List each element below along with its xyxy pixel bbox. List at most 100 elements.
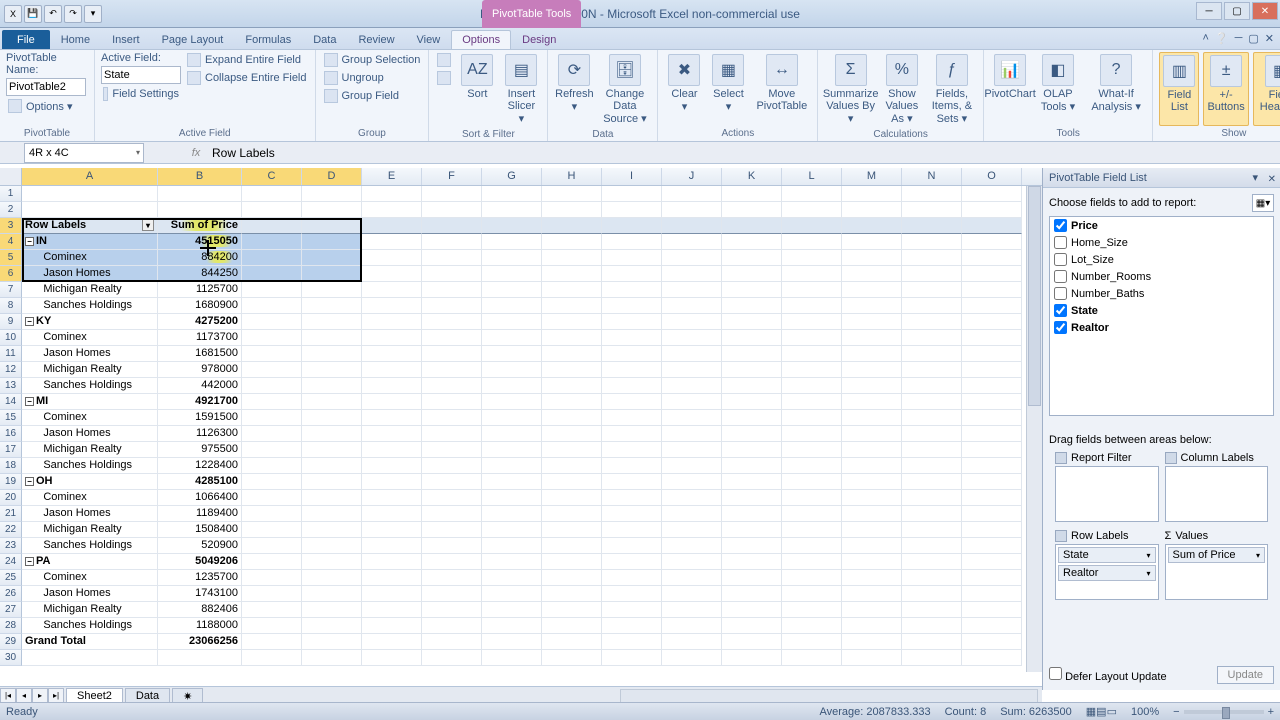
cell[interactable] bbox=[962, 202, 1022, 218]
cell[interactable] bbox=[782, 282, 842, 298]
cell[interactable] bbox=[722, 282, 782, 298]
cell[interactable] bbox=[302, 618, 362, 634]
row-header[interactable]: 16 bbox=[0, 426, 22, 442]
row-header[interactable]: 28 bbox=[0, 618, 22, 634]
cell[interactable] bbox=[782, 266, 842, 282]
cell[interactable] bbox=[422, 426, 482, 442]
cell[interactable] bbox=[722, 202, 782, 218]
cell[interactable] bbox=[422, 506, 482, 522]
cell[interactable] bbox=[362, 266, 422, 282]
cell[interactable] bbox=[362, 186, 422, 202]
cell[interactable] bbox=[422, 394, 482, 410]
cell[interactable] bbox=[602, 458, 662, 474]
cell[interactable] bbox=[482, 266, 542, 282]
cell[interactable] bbox=[602, 618, 662, 634]
cell[interactable] bbox=[242, 234, 302, 250]
cell[interactable] bbox=[962, 250, 1022, 266]
pivot-realtor-row[interactable]: Michigan Realty bbox=[22, 442, 158, 458]
row-header[interactable]: 25 bbox=[0, 570, 22, 586]
cell[interactable] bbox=[422, 298, 482, 314]
cell[interactable] bbox=[482, 522, 542, 538]
cell[interactable] bbox=[542, 282, 602, 298]
cell[interactable] bbox=[842, 522, 902, 538]
close-button[interactable]: ✕ bbox=[1252, 2, 1278, 20]
cell[interactable] bbox=[242, 538, 302, 554]
cell[interactable] bbox=[542, 538, 602, 554]
cell[interactable] bbox=[602, 346, 662, 362]
cell[interactable] bbox=[362, 410, 422, 426]
cell[interactable] bbox=[362, 490, 422, 506]
cell[interactable] bbox=[482, 298, 542, 314]
pivot-realtor-row[interactable]: Cominex bbox=[22, 330, 158, 346]
cell[interactable] bbox=[482, 362, 542, 378]
cell[interactable] bbox=[962, 362, 1022, 378]
undo-icon[interactable]: ↶ bbox=[44, 5, 62, 23]
cell[interactable] bbox=[302, 442, 362, 458]
field-list-close-icon[interactable]: ✕ bbox=[1268, 170, 1276, 190]
cell[interactable] bbox=[902, 266, 962, 282]
col-header-N[interactable]: N bbox=[902, 168, 962, 185]
cell[interactable] bbox=[722, 298, 782, 314]
pivot-value[interactable]: 442000 bbox=[158, 378, 242, 394]
cell[interactable] bbox=[422, 186, 482, 202]
col-header-M[interactable]: M bbox=[842, 168, 902, 185]
cell[interactable] bbox=[902, 538, 962, 554]
row-header[interactable]: 14 bbox=[0, 394, 22, 410]
cell[interactable] bbox=[902, 394, 962, 410]
cell[interactable] bbox=[542, 586, 602, 602]
cell[interactable] bbox=[542, 458, 602, 474]
cell[interactable] bbox=[242, 474, 302, 490]
cell[interactable] bbox=[662, 426, 722, 442]
row-header[interactable]: 21 bbox=[0, 506, 22, 522]
cell[interactable] bbox=[662, 474, 722, 490]
cell[interactable] bbox=[662, 346, 722, 362]
cell[interactable] bbox=[242, 202, 302, 218]
cell[interactable] bbox=[242, 330, 302, 346]
cell[interactable] bbox=[542, 218, 602, 234]
cell[interactable] bbox=[362, 314, 422, 330]
whatif-button[interactable]: ?What-If Analysis ▾ bbox=[1086, 52, 1147, 126]
cell[interactable] bbox=[482, 218, 542, 234]
cell[interactable] bbox=[842, 394, 902, 410]
excel-icon[interactable]: X bbox=[4, 5, 22, 23]
field-list-box[interactable]: Price Home_Size Lot_Size Number_Rooms Nu… bbox=[1049, 216, 1274, 416]
cell[interactable] bbox=[362, 282, 422, 298]
cell[interactable] bbox=[482, 394, 542, 410]
pivot-realtor-row[interactable]: Sanches Holdings bbox=[22, 618, 158, 634]
cell[interactable] bbox=[362, 394, 422, 410]
cell[interactable] bbox=[362, 442, 422, 458]
cell[interactable] bbox=[542, 234, 602, 250]
cell[interactable] bbox=[662, 490, 722, 506]
cell[interactable] bbox=[22, 202, 158, 218]
cell[interactable] bbox=[542, 330, 602, 346]
field-item-number_rooms[interactable]: Number_Rooms bbox=[1050, 268, 1273, 285]
cell[interactable] bbox=[482, 554, 542, 570]
grand-total-value[interactable]: 23066256 bbox=[158, 634, 242, 650]
cell[interactable] bbox=[962, 330, 1022, 346]
cell[interactable] bbox=[422, 538, 482, 554]
cell[interactable] bbox=[602, 538, 662, 554]
collapse-group-icon[interactable]: − bbox=[25, 477, 34, 486]
cell[interactable] bbox=[242, 282, 302, 298]
cell[interactable] bbox=[662, 618, 722, 634]
pivot-state-total[interactable]: 4515050 bbox=[158, 234, 242, 250]
sheet-tab-data[interactable]: Data bbox=[125, 688, 170, 703]
cell[interactable] bbox=[782, 506, 842, 522]
cell[interactable] bbox=[362, 554, 422, 570]
row-header[interactable]: 6 bbox=[0, 266, 22, 282]
cell[interactable] bbox=[842, 618, 902, 634]
cell[interactable] bbox=[482, 618, 542, 634]
move-pivottable-button[interactable]: ↔Move PivotTable bbox=[752, 52, 811, 126]
cell[interactable] bbox=[662, 250, 722, 266]
cell[interactable] bbox=[902, 314, 962, 330]
cell[interactable] bbox=[602, 650, 662, 666]
cell[interactable] bbox=[722, 410, 782, 426]
cell[interactable] bbox=[662, 442, 722, 458]
row-header[interactable]: 7 bbox=[0, 282, 22, 298]
cell[interactable] bbox=[842, 442, 902, 458]
tab-review[interactable]: Review bbox=[347, 30, 405, 49]
cell[interactable] bbox=[782, 362, 842, 378]
cell[interactable] bbox=[962, 314, 1022, 330]
cell[interactable] bbox=[782, 410, 842, 426]
col-header-F[interactable]: F bbox=[422, 168, 482, 185]
